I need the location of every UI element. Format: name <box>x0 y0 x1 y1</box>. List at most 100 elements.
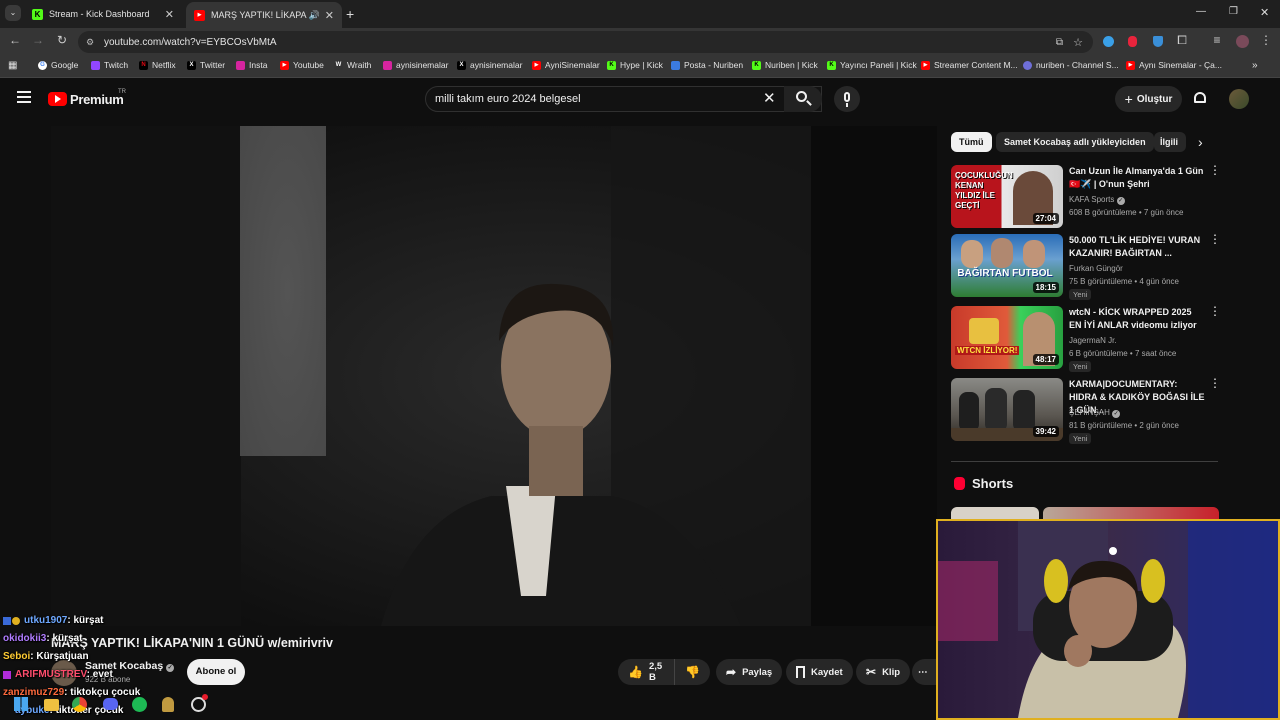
video-duration: 39:42 <box>1032 426 1059 437</box>
youtube-premium-logo[interactable]: Premium <box>70 92 124 107</box>
channel-name[interactable]: Furkan Güngör <box>1069 264 1123 273</box>
voice-search-button[interactable] <box>834 86 860 112</box>
thumbnail-text: ÇOCUKLUĞUN KENAN YILDIZ İLE GEÇTİ <box>955 171 1013 210</box>
tab-kick-dashboard[interactable]: K Stream - Kick Dashboard ✕ <box>24 4 182 24</box>
netflix-icon: N <box>139 60 148 70</box>
extensions-puzzle-icon[interactable]: ⧠ <box>1174 33 1190 48</box>
tab-youtube-video[interactable]: ▶ MARŞ YAPTIK! LİKAPA'NIN 🔊 ✕ <box>186 2 342 28</box>
video-thumbnail[interactable]: 39:42 <box>951 378 1063 441</box>
create-button[interactable]: + Oluştur <box>1115 86 1182 112</box>
bookmark-star-icon[interactable]: ☆ <box>1073 36 1083 49</box>
like-button[interactable]: 👍 2,5 B <box>618 659 674 685</box>
chevron-right-icon[interactable]: › <box>1198 134 1203 150</box>
more-bookmarks-icon[interactable]: » <box>1252 60 1258 71</box>
video-thumbnail[interactable]: BAĞIRTAN FUTBOL 18:15 <box>951 234 1063 297</box>
close-tab-icon[interactable]: ✕ <box>165 8 174 21</box>
more-options-icon[interactable]: ⋮ <box>1209 377 1221 389</box>
apps-grid-icon[interactable]: ▦ <box>8 60 17 71</box>
video-duration: 18:15 <box>1032 282 1059 293</box>
recommendation-item[interactable]: ÇOCUKLUĞUN KENAN YILDIZ İLE GEÇTİ 27:04 … <box>951 164 1221 229</box>
close-tab-icon[interactable]: ✕ <box>325 9 334 22</box>
save-button[interactable]: Kaydet <box>786 659 853 685</box>
more-options-icon[interactable]: ⋮ <box>1209 164 1221 176</box>
account-avatar[interactable] <box>1229 89 1249 109</box>
windows-start-icon[interactable] <box>14 697 28 711</box>
video-thumbnail[interactable]: ÇOCUKLUĞUN KENAN YILDIZ İLE GEÇTİ 27:04 <box>951 165 1063 228</box>
bookmark-ayni-sinemalar[interactable]: ▶ Aynı Sinemalar - Ça... <box>1126 60 1222 70</box>
media-control-icon[interactable]: ≡ <box>1209 33 1225 47</box>
recommendation-item[interactable]: WTCN İZLİYOR! 48:17 wtcN - KİCK WRAPPED … <box>951 305 1221 372</box>
more-actions-button[interactable]: ⋯ <box>912 659 936 685</box>
bookmark-youtube[interactable]: ▶ Youtube <box>280 60 324 70</box>
back-icon[interactable]: ← <box>7 33 23 47</box>
video-title[interactable]: wtcN - KİCK WRAPPED 2025 EN İYİ ANLAR vi… <box>1069 306 1205 332</box>
bookmark-twitter[interactable]: X Twitter <box>187 60 225 70</box>
bookmark-insta[interactable]: Insta <box>236 60 267 70</box>
clip-button[interactable]: ✂ Klip <box>856 659 911 685</box>
notifications-bell-icon[interactable] <box>1194 92 1206 103</box>
spotify-icon[interactable] <box>132 697 147 712</box>
video-title[interactable]: Can Uzun İle Almanya'da 1 Gün 🇹🇷✈️ | O'n… <box>1069 165 1205 191</box>
channel-name[interactable]: KAFA Sports ✓ <box>1069 195 1125 205</box>
bookmark-aynisinemalar-insta[interactable]: aynisinemalar <box>383 60 448 70</box>
dislike-button[interactable]: 👎 <box>674 659 710 685</box>
tab-search-button[interactable]: ⌄ <box>5 5 21 21</box>
site-info-icon[interactable]: ⚙ <box>86 37 94 48</box>
thumbs-down-icon: 👎 <box>685 665 700 679</box>
channel-name[interactable]: ŞEHİNŞAH ✓ <box>1069 408 1121 418</box>
more-options-icon[interactable]: ⋮ <box>1209 233 1221 245</box>
video-meta: 81 B görüntüleme • 2 gün önce <box>1069 421 1179 430</box>
guide-menu-icon[interactable] <box>17 91 31 103</box>
search-button[interactable] <box>784 86 822 112</box>
extension-icon[interactable] <box>1153 36 1163 47</box>
new-badge: Yeni <box>1069 361 1092 372</box>
bookmark-netflix[interactable]: N Netflix <box>139 60 176 70</box>
extension-icon[interactable] <box>1103 36 1114 47</box>
app-icon[interactable] <box>162 697 174 712</box>
install-app-icon[interactable]: ⧉ <box>1056 37 1063 48</box>
clear-search-icon[interactable]: ✕ <box>763 89 776 107</box>
profile-avatar[interactable] <box>1236 35 1249 48</box>
chip-related[interactable]: İlgili <box>1154 132 1186 152</box>
bookmark-hype-kick[interactable]: K Hype | Kick <box>607 60 663 70</box>
search-text: milli takım euro 2024 belgesel <box>435 93 581 105</box>
channel-name[interactable]: JagermaN Jr. <box>1069 336 1117 345</box>
recommendation-item[interactable]: BAĞIRTAN FUTBOL 18:15 50.000 TL'LİK HEDİ… <box>951 233 1221 300</box>
more-options-icon[interactable]: ⋮ <box>1209 305 1221 317</box>
recommendation-item[interactable]: 39:42 KARMA|DOCUMENTARY: HIDRA & KADIKÖY… <box>951 377 1221 444</box>
reload-icon[interactable]: ↻ <box>54 33 70 47</box>
forward-icon[interactable]: → <box>30 33 46 47</box>
bookmark-posta[interactable]: Posta - Nuriben <box>671 60 743 70</box>
bookmark-nuriben-kick[interactable]: K Nuriben | Kick <box>752 60 818 70</box>
bookmark-google[interactable]: G Google <box>38 60 78 70</box>
audio-playing-icon[interactable]: 🔊 <box>309 10 320 21</box>
address-bar[interactable]: ⚙ youtube.com/watch?v=EYBCOsVbMtA ⧉ ☆ <box>78 31 1093 53</box>
youtube-logo-icon[interactable] <box>48 92 67 106</box>
video-title[interactable]: 50.000 TL'LİK HEDİYE! VURAN KAZANIR! BAĞ… <box>1069 234 1205 260</box>
browser-menu-icon[interactable]: ⋮ <box>1258 33 1274 47</box>
plus-icon: + <box>1124 91 1133 107</box>
minimize-icon[interactable]: — <box>1196 6 1206 17</box>
new-tab-button[interactable]: + <box>346 6 354 22</box>
window-close-icon[interactable]: ✕ <box>1260 6 1269 19</box>
chrome-icon[interactable] <box>72 697 87 712</box>
bookmark-aynisinemalar-x[interactable]: Xaynisinemalar <box>457 60 522 70</box>
bookmark-twitch[interactable]: Twitch <box>91 60 128 70</box>
file-explorer-icon[interactable] <box>44 699 59 711</box>
chip-from-uploader[interactable]: Samet Kocabaş adlı yükleyiciden <box>996 132 1154 152</box>
video-player[interactable] <box>51 126 937 626</box>
discord-icon[interactable] <box>103 698 118 710</box>
restore-icon[interactable]: ❐ <box>1229 6 1238 17</box>
chip-all[interactable]: Tümü <box>951 132 992 152</box>
bookmark-yayinci-paneli[interactable]: K Yayıncı Paneli | Kick <box>827 60 917 70</box>
bookmark-wraith[interactable]: W Wraith <box>334 60 371 70</box>
video-duration: 27:04 <box>1032 213 1059 224</box>
chat-badge-icon <box>3 671 11 679</box>
bookmark-nuriben-channel[interactable]: nuriben - Channel S... <box>1023 60 1119 70</box>
bookmark-aynisinemalar-yt[interactable]: ▶ AyniSinemalar <box>532 60 600 70</box>
extension-icon[interactable] <box>1128 36 1137 47</box>
video-thumbnail[interactable]: WTCN İZLİYOR! 48:17 <box>951 306 1063 369</box>
share-button[interactable]: ➦ Paylaş <box>716 659 783 685</box>
chat-message: utku1907: kürşat <box>24 615 104 626</box>
bookmark-streamer-content[interactable]: ▶ Streamer Content M... <box>921 60 1018 70</box>
